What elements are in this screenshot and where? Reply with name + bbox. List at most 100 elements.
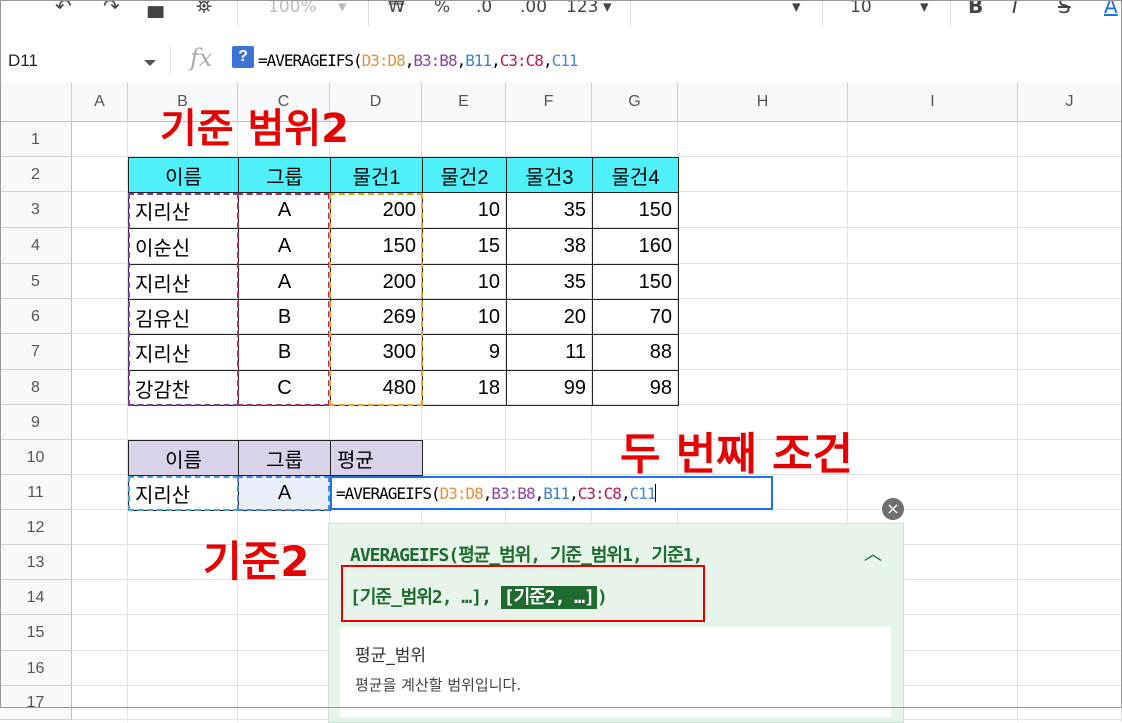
zoom-dropdown-icon[interactable]: ▾ <box>338 0 347 17</box>
table-cell[interactable]: 150 <box>330 228 423 265</box>
table-cell[interactable]: 200 <box>330 264 423 300</box>
font-size-select[interactable]: 10 <box>850 0 872 17</box>
row-header-14[interactable]: 14 <box>0 580 72 615</box>
table-cell[interactable]: 160 <box>592 228 679 265</box>
table-cell[interactable]: 10 <box>422 264 507 300</box>
row-header-7[interactable]: 7 <box>0 334 72 370</box>
column-header-g[interactable]: G <box>592 82 678 122</box>
table-cell[interactable]: 35 <box>506 192 593 229</box>
text-color-button[interactable]: A <box>1104 0 1118 18</box>
select-all-corner[interactable] <box>0 82 72 122</box>
row-header-11[interactable]: 11 <box>0 475 72 510</box>
row-header-2[interactable]: 2 <box>0 157 72 192</box>
result-header-cell[interactable]: 이름 <box>128 440 239 476</box>
table-header-cell[interactable]: 그룹 <box>238 157 331 193</box>
table-cell[interactable]: 200 <box>330 192 423 229</box>
table-cell[interactable]: 15 <box>422 228 507 265</box>
table-cell[interactable]: 35 <box>506 264 593 300</box>
column-header-a[interactable]: A <box>72 82 128 122</box>
table-cell[interactable]: 이순신 <box>128 228 239 265</box>
print-icon[interactable]: ▄ <box>148 0 163 18</box>
table-header-cell[interactable]: 이름 <box>128 157 239 193</box>
increase-decimal-button[interactable]: .00 <box>520 0 547 17</box>
row-header-8[interactable]: 8 <box>0 370 72 405</box>
table-cell[interactable]: 88 <box>592 334 679 371</box>
row-header-3[interactable]: 3 <box>0 192 72 228</box>
table-header-cell[interactable]: 물건1 <box>330 157 423 193</box>
row-header-13[interactable]: 13 <box>0 545 72 580</box>
more-formats-button[interactable]: 123 <box>566 0 598 17</box>
result-cell[interactable]: 지리산 <box>128 475 239 511</box>
currency-button[interactable]: ₩ <box>388 0 405 17</box>
row-header-5[interactable]: 5 <box>0 264 72 299</box>
table-cell[interactable]: A <box>238 228 331 265</box>
table-cell[interactable]: 150 <box>592 264 679 300</box>
table-cell[interactable]: 20 <box>506 299 593 335</box>
table-header-cell[interactable]: 물건2 <box>422 157 507 193</box>
table-cell[interactable]: 김유신 <box>128 299 239 335</box>
row-header-6[interactable]: 6 <box>0 299 72 334</box>
row-header-9[interactable]: 9 <box>0 405 72 440</box>
table-cell[interactable]: 지리산 <box>128 334 239 371</box>
table-cell[interactable]: B <box>238 334 331 371</box>
table-cell[interactable]: 269 <box>330 299 423 335</box>
row-header-12[interactable]: 12 <box>0 510 72 545</box>
formula-arg: B11 <box>543 484 570 503</box>
help-icon[interactable]: ? <box>232 46 254 68</box>
column-header-e[interactable]: E <box>422 82 506 122</box>
formula-comma: , <box>456 51 467 70</box>
table-cell[interactable]: 10 <box>422 299 507 335</box>
table-cell[interactable]: 18 <box>422 370 507 406</box>
row-header-17[interactable]: 17 <box>0 686 72 720</box>
percent-button[interactable]: % <box>434 0 450 17</box>
font-dropdown-icon[interactable]: ▾ <box>792 0 801 17</box>
close-icon[interactable]: × <box>882 498 904 520</box>
table-cell[interactable]: 지리산 <box>128 264 239 300</box>
table-cell[interactable]: 지리산 <box>128 192 239 229</box>
table-cell[interactable]: 9 <box>422 334 507 371</box>
toolbar: ↶ ↷ ▄ ⛯ 100% ▾ ₩ % .0 .00 123 ▾ ▾ 10 ▾ B… <box>0 0 1122 39</box>
paint-format-icon[interactable]: ⛯ <box>196 0 212 18</box>
zoom-select[interactable]: 100% <box>268 0 317 17</box>
result-header-cell[interactable]: 그룹 <box>238 440 331 476</box>
result-cell[interactable]: A <box>238 475 331 511</box>
undo-icon[interactable]: ↶ <box>55 0 72 18</box>
row-header-1[interactable]: 1 <box>0 122 72 157</box>
table-cell[interactable]: 10 <box>422 192 507 229</box>
italic-button[interactable]: I <box>1012 0 1018 18</box>
column-header-f[interactable]: F <box>506 82 592 122</box>
name-box-dropdown-icon[interactable] <box>144 60 156 66</box>
row-header-10[interactable]: 10 <box>0 440 72 475</box>
table-cell[interactable]: 99 <box>506 370 593 406</box>
redo-icon[interactable]: ↷ <box>103 0 120 18</box>
table-cell[interactable]: 11 <box>506 334 593 371</box>
table-cell[interactable]: 38 <box>506 228 593 265</box>
table-cell[interactable]: C <box>238 370 331 406</box>
font-size-dropdown-icon[interactable]: ▾ <box>920 0 929 17</box>
table-cell[interactable]: 300 <box>330 334 423 371</box>
table-cell[interactable]: A <box>238 264 331 300</box>
row-header-16[interactable]: 16 <box>0 651 72 686</box>
table-cell[interactable]: 98 <box>592 370 679 406</box>
table-cell[interactable]: 70 <box>592 299 679 335</box>
column-header-j[interactable]: J <box>1018 82 1122 122</box>
row-header-4[interactable]: 4 <box>0 228 72 264</box>
table-cell[interactable]: 480 <box>330 370 423 406</box>
formula-input[interactable]: =AVERAGEIFS(D3:D8,B3:B8,B11,C3:C8,C11 <box>258 51 578 70</box>
strikethrough-button[interactable]: S <box>1058 0 1071 18</box>
result-header-cell[interactable]: 평균 <box>330 440 423 476</box>
decrease-decimal-button[interactable]: .0 <box>476 0 492 17</box>
table-header-cell[interactable]: 물건4 <box>592 157 679 193</box>
more-formats-dropdown-icon[interactable]: ▾ <box>603 0 612 17</box>
bold-button[interactable]: B <box>968 0 983 18</box>
table-cell[interactable]: B <box>238 299 331 335</box>
chevron-up-icon[interactable]: ︿ <box>864 540 882 566</box>
name-box[interactable]: D11 <box>0 38 163 82</box>
row-header-15[interactable]: 15 <box>0 615 72 651</box>
table-cell[interactable]: 150 <box>592 192 679 229</box>
table-cell[interactable]: A <box>238 192 331 229</box>
column-header-h[interactable]: H <box>678 82 848 122</box>
table-header-cell[interactable]: 물건3 <box>506 157 593 193</box>
table-cell[interactable]: 강감찬 <box>128 370 239 406</box>
column-header-i[interactable]: I <box>848 82 1018 122</box>
